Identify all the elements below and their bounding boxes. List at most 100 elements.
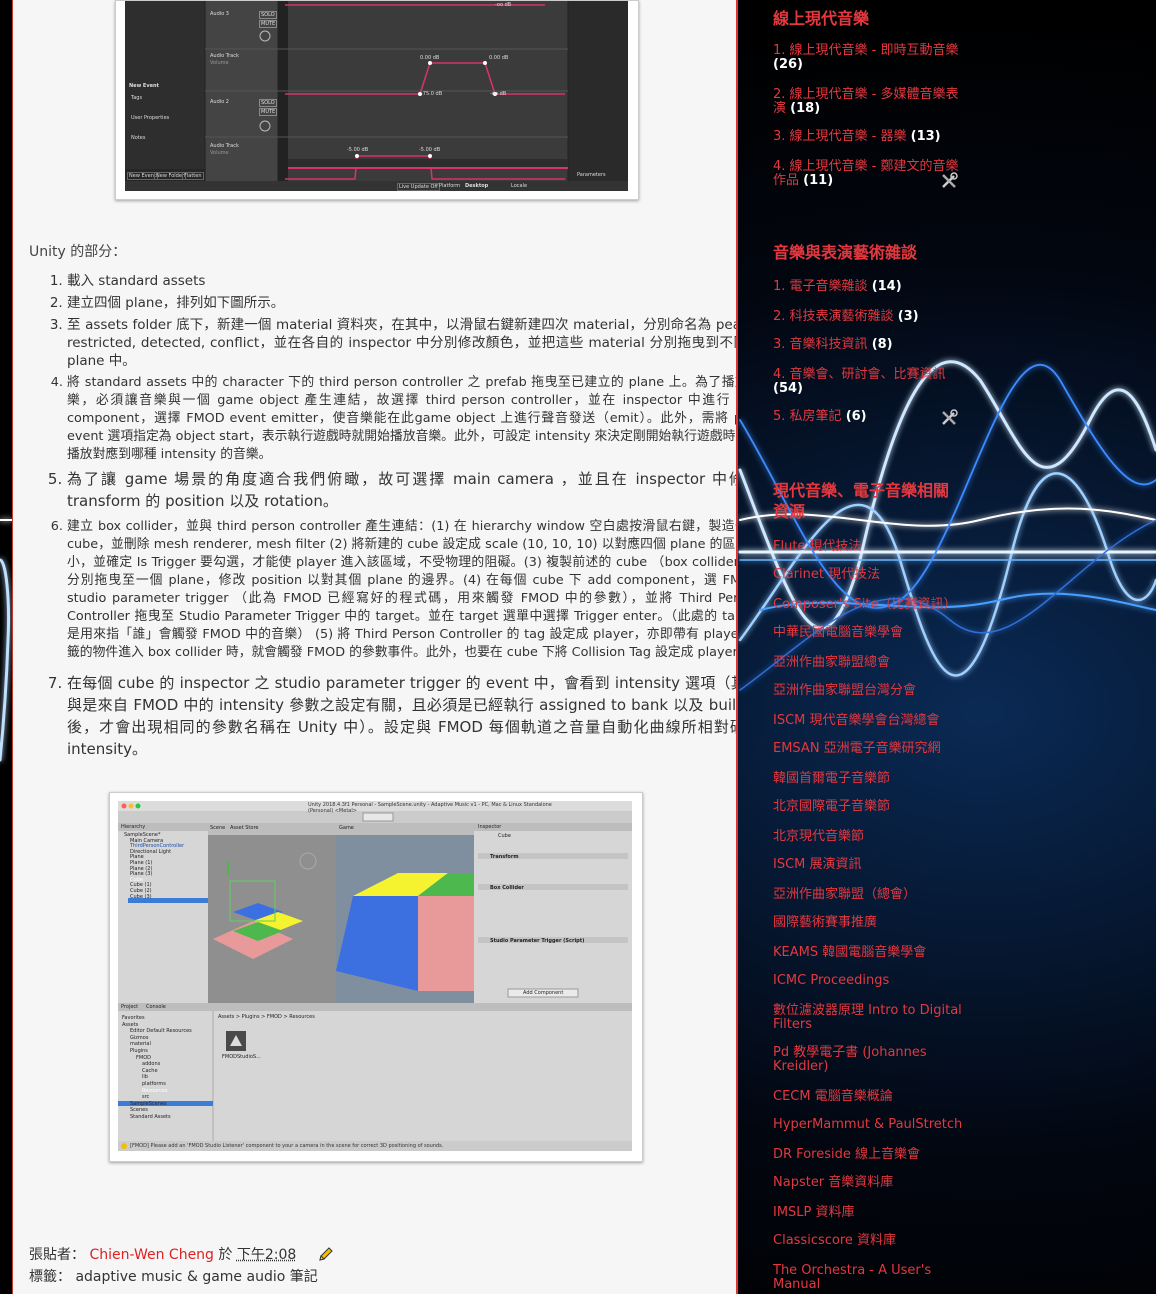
resource-link[interactable]: The Orchestra - A User's Manual — [773, 1264, 963, 1292]
unity-window: Unity 2018.4.3f1 Personal - SampleScene.… — [118, 801, 632, 1151]
resource-link[interactable]: 北京國際電子音樂節 — [773, 800, 963, 814]
sidebar-link-label[interactable]: 5. 私房筆記 — [773, 409, 842, 424]
project-item[interactable]: material — [122, 1041, 192, 1048]
project-item[interactable]: src — [122, 1094, 192, 1101]
unity-asset-store-tab[interactable]: Asset Store — [230, 825, 258, 831]
resource-link[interactable]: ICMC Proceedings — [773, 974, 963, 988]
fmod-mute-button-1[interactable]: MUTE — [259, 20, 278, 28]
resource-link[interactable]: KEAMS 韓國電腦音樂學會 — [773, 946, 963, 960]
sidebar-link-label[interactable]: 4. 音樂會、研討會、比賽資訊 — [773, 367, 946, 382]
sidebar-link-label[interactable]: 3. 線上現代音樂 - 器樂 — [773, 129, 907, 144]
project-item[interactable]: Editor Default Resources — [122, 1028, 192, 1035]
project-item[interactable]: Cache — [122, 1068, 192, 1075]
sidebar-link-label[interactable]: 4. 線上現代音樂 - 鄭建文的音樂作品 — [773, 159, 959, 188]
fmod-live-update-button[interactable]: Live Update Off — [397, 183, 440, 191]
edit-pencil-icon[interactable] — [318, 1246, 334, 1262]
resource-link[interactable]: CECM 電腦音樂概論 — [773, 1090, 963, 1104]
resource-link[interactable]: 中華民國電腦音樂學會 — [773, 626, 963, 640]
sidebar-link[interactable]: 4. 音樂會、研討會、比賽資訊 (54) — [773, 368, 963, 396]
step-item: 在每個 cube 的 inspector 之 studio parameter … — [67, 672, 736, 760]
fmod-user-properties-label: User Properties — [131, 115, 170, 121]
step-item: 載入 standard assets — [67, 272, 736, 290]
label-link[interactable]: adaptive music & game audio 筆記 — [75, 1269, 317, 1285]
sidebar-link[interactable]: 4. 線上現代音樂 - 鄭建文的音樂作品 (11) — [773, 160, 963, 188]
sidebar-link[interactable]: 1. 電子音樂雜談 (14) — [773, 280, 963, 294]
unity-add-component-button[interactable]: Add Component — [523, 990, 563, 996]
resource-link[interactable]: Classicscore 資料庫 — [773, 1234, 963, 1248]
project-item[interactable]: Gizmos — [122, 1035, 192, 1042]
project-item[interactable]: Resources — [122, 1088, 192, 1095]
resource-link[interactable]: IMSLP 資料庫 — [773, 1206, 963, 1220]
resource-link[interactable]: 國際藝術賽事推廣 — [773, 916, 963, 930]
fmod-db-label-c: -75.0 dB — [421, 91, 443, 97]
project-item[interactable]: Scenes — [122, 1107, 192, 1114]
resource-link[interactable]: 亞洲作曲家聯盟（總會） — [773, 888, 963, 902]
fmod-platform-select[interactable]: Desktop — [465, 183, 488, 189]
unity-project-tab[interactable]: Project — [121, 1004, 138, 1010]
fmod-platform-label: Platform — [439, 183, 461, 189]
resource-link[interactable]: Napster 音樂資料庫 — [773, 1176, 963, 1190]
sidebar-link[interactable]: 3. 音樂科技資訊 (8) — [773, 338, 963, 352]
project-item[interactable]: Favorites — [122, 1015, 192, 1022]
fmod-window: Audio 3 Audio Track Volume Audio 2 Audio… — [125, 1, 628, 191]
unity-game-tab[interactable]: Game — [339, 825, 354, 831]
sidebar-link[interactable]: 2. 線上現代音樂 - 多媒體音樂表演 (18) — [773, 88, 963, 116]
sidebar-link-count: (26) — [773, 57, 803, 72]
sidebar-link[interactable]: 2. 科技表演藝術雜談 (3) — [773, 310, 963, 324]
resource-link[interactable]: ISCM 展演資訊 — [773, 858, 963, 872]
resource-link[interactable]: 亞洲作曲家聯盟總會 — [773, 656, 963, 670]
fmod-db-label-e: -5.00 dB — [347, 147, 369, 153]
author-link[interactable]: Chien-Wen Cheng — [89, 1247, 214, 1263]
fmod-tags-label: Tags — [131, 95, 143, 101]
sidebar-link[interactable]: 3. 線上現代音樂 - 器樂 (13) — [773, 130, 963, 144]
sidebar-link[interactable]: 5. 私房筆記 (6) — [773, 410, 963, 424]
resource-link[interactable]: Composer's Site（比賽資訊） — [773, 598, 963, 612]
sidebar-link-count: (6) — [845, 409, 867, 424]
hierarchy-item[interactable]: Cube (3) — [124, 894, 184, 901]
project-item[interactable]: addons — [122, 1061, 192, 1068]
fmod-flatten-button[interactable]: Flatten — [182, 172, 204, 180]
resource-link[interactable]: 韓國首爾電子音樂節 — [773, 772, 963, 786]
project-item[interactable]: SampleScenes — [122, 1101, 192, 1108]
edit-widget-tools-icon[interactable] — [940, 172, 958, 190]
resource-link[interactable]: Pd 教學電子書 (Johannes Kreidler) — [773, 1046, 963, 1074]
sidebar-link-label[interactable]: 2. 科技表演藝術雜談 — [773, 309, 894, 324]
unity-hierarchy-tab[interactable]: Hierarchy — [121, 824, 145, 830]
blog-post: Audio 3 Audio Track Volume Audio 2 Audio… — [12, 0, 738, 1294]
unity-scene-tab[interactable]: Scene — [210, 825, 225, 831]
sidebar-link-label[interactable]: 1. 線上現代音樂 - 即時互動音樂 — [773, 43, 959, 58]
widget-title-resources: 現代音樂、電子音樂相關資源 — [773, 481, 950, 521]
resource-link[interactable]: EMSAN 亞洲電子音樂研究網 — [773, 742, 963, 756]
resource-link[interactable]: 亞洲作曲家聯盟台灣分會 — [773, 684, 963, 698]
unity-inspector-tab[interactable]: Inspector — [478, 824, 501, 830]
resource-link[interactable]: HyperMammut & PaulStretch — [773, 1118, 963, 1132]
project-item[interactable]: platforms — [122, 1081, 192, 1088]
at-label: 於 — [218, 1247, 233, 1263]
unity-component-box-collider: Box Collider — [490, 885, 524, 891]
project-item[interactable]: lib — [122, 1074, 192, 1081]
resource-link[interactable]: 北京現代音樂節 — [773, 830, 963, 844]
resource-link[interactable]: Clarinet 現代技法 — [773, 568, 963, 582]
resource-link[interactable]: ISCM 現代音樂學會台灣總會 — [773, 714, 963, 728]
fmod-locale-select[interactable]: Locale — [511, 183, 527, 189]
timestamp-link[interactable]: 下午2:08 — [237, 1247, 296, 1263]
resource-link[interactable]: DR Foreside 線上音樂會 — [773, 1148, 963, 1162]
sidebar-link-label[interactable]: 3. 音樂科技資訊 — [773, 337, 868, 352]
project-item[interactable]: Plugins — [122, 1048, 192, 1055]
project-item[interactable]: Standard Assets — [122, 1114, 192, 1121]
resource-link[interactable]: Flute 現代技法 — [773, 540, 963, 554]
fmod-db-label-f: -5.00 dB — [419, 147, 441, 153]
edit-widget-tools-icon[interactable] — [940, 409, 958, 427]
project-item[interactable]: Assets — [122, 1022, 192, 1029]
steps-list: 載入 standard assets 建立四個 plane，排列如下圖所示。 至… — [29, 272, 736, 764]
sidebar-link-count: (18) — [790, 101, 821, 116]
fmod-solo-button-1[interactable]: SOLO — [259, 11, 277, 19]
sidebar-link[interactable]: 1. 線上現代音樂 - 即時互動音樂 (26) — [773, 44, 963, 72]
resource-link[interactable]: 數位濾波器原理 Intro to Digital Filters — [773, 1004, 963, 1032]
unity-console-tab[interactable]: Console — [146, 1004, 166, 1010]
fmod-mute-button-2[interactable]: MUTE — [259, 108, 278, 116]
project-item[interactable]: FMOD — [122, 1055, 192, 1062]
fmod-track-audio2: Audio 2 — [210, 99, 229, 105]
sidebar-link-label[interactable]: 1. 電子音樂雜談 — [773, 279, 868, 294]
fmod-solo-button-2[interactable]: SOLO — [259, 99, 277, 107]
